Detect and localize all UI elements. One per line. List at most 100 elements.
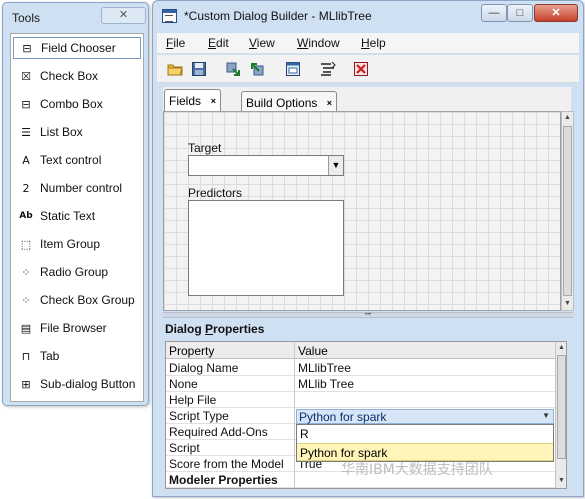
tool-item-label: Tab <box>40 349 60 363</box>
menu-bar: File Edit View Window Help <box>157 33 579 53</box>
list-box-icon: ☰ <box>21 125 31 139</box>
tab-icon: ⊓ <box>21 349 31 363</box>
menu-file[interactable]: File <box>166 36 185 50</box>
menu-help[interactable]: Help <box>361 36 386 50</box>
dialog-canvas[interactable]: Target ▼ Predictors <box>163 111 561 311</box>
scroll-down-icon[interactable]: ▼ <box>556 475 566 487</box>
tool-item-sub-dialog-button[interactable]: ⊞ Sub-dialog Button <box>13 373 141 395</box>
chevron-down-icon[interactable]: ▼ <box>328 156 343 175</box>
pane-splitter[interactable]: ••• <box>163 312 573 318</box>
save-icon[interactable] <box>191 61 207 77</box>
tab-fields[interactable]: Fields × <box>164 89 221 113</box>
tool-item-check-box[interactable]: ☒ Check Box <box>13 65 141 87</box>
script-type-dropdown: R Python for spark <box>296 424 554 462</box>
maximize-button[interactable]: □ <box>507 4 533 22</box>
scroll-thumb[interactable] <box>563 126 572 296</box>
check-box-icon: ☒ <box>21 69 31 83</box>
preview-icon[interactable] <box>285 61 301 77</box>
tools-close-button[interactable]: ✕ <box>101 7 146 24</box>
title-bar[interactable]: *Custom Dialog Builder - MLlibTree — □ ✕ <box>153 1 583 31</box>
watermark: 华南IBM大数据支持团队 <box>341 462 493 478</box>
tool-item-label: Radio Group <box>40 265 109 279</box>
window-title: *Custom Dialog Builder - MLlibTree <box>184 9 372 23</box>
tool-item-label: Check Box Group <box>40 293 135 307</box>
text-control-icon: A <box>22 153 30 167</box>
tool-item-field-chooser[interactable]: ⊟ Field Chooser <box>13 37 141 59</box>
close-icon: ✕ <box>551 7 561 19</box>
property-key: Modeler Properties <box>169 473 278 487</box>
canvas-scrollbar[interactable]: ▲ ▼ <box>561 111 574 311</box>
minimize-button[interactable]: — <box>481 4 507 22</box>
scroll-thumb[interactable] <box>557 355 566 459</box>
predictors-list-box[interactable] <box>188 200 344 296</box>
property-row[interactable]: Dialog Name MLlibTree <box>166 360 555 376</box>
menu-window[interactable]: Window <box>297 36 340 50</box>
field-chooser-icon: ⊟ <box>22 41 32 55</box>
tool-item-label: Combo Box <box>40 97 103 111</box>
custom-dialog-builder-window: *Custom Dialog Builder - MLlibTree — □ ✕… <box>152 0 584 497</box>
tool-item-label: Number control <box>40 181 123 195</box>
tools-palette: Tools ✕ ⊟ Field Chooser ☒ Check Box ⊟ Combo B… <box>2 2 149 406</box>
property-key: Required Add-Ons <box>169 425 268 439</box>
tool-item-item-group[interactable]: ⬚ Item Group <box>13 233 141 255</box>
column-divider <box>294 342 295 488</box>
tool-item-file-browser[interactable]: ▤ File Browser <box>13 317 141 339</box>
open-folder-icon[interactable] <box>167 61 183 77</box>
maximize-icon: □ <box>516 7 524 19</box>
scroll-down-icon[interactable]: ▼ <box>562 298 573 310</box>
toolbar <box>157 55 579 83</box>
property-row[interactable]: Help File <box>166 392 555 408</box>
menu-view[interactable]: View <box>249 36 275 50</box>
tool-item-check-box-group[interactable]: ⁘ Check Box Group <box>13 289 141 311</box>
chevron-down-icon[interactable]: ▼ <box>542 411 550 420</box>
app-icon <box>162 9 177 23</box>
tool-item-label: Field Chooser <box>41 41 116 55</box>
property-key: Script <box>169 441 200 455</box>
property-row[interactable]: None MLlib Tree <box>166 376 555 392</box>
number-control-icon: 2 <box>22 181 30 195</box>
target-label: Target <box>188 141 222 155</box>
tool-item-radio-group[interactable]: ⁘ Radio Group <box>13 261 141 283</box>
sub-dialog-button-icon: ⊞ <box>21 377 31 391</box>
tool-item-label: Item Group <box>40 237 101 251</box>
uninstall-icon[interactable] <box>249 61 265 77</box>
close-icon: ✕ <box>118 9 129 21</box>
item-group-icon: ⬚ <box>20 237 32 251</box>
file-browser-icon: ▤ <box>20 321 32 335</box>
static-text-icon: Ab <box>19 210 33 221</box>
dialog-properties-heading: Dialog Properties <box>165 322 265 336</box>
script-type-select[interactable]: Python for spark ▼ <box>296 409 554 424</box>
tab-strip: Fields × Build Options × <box>163 87 571 115</box>
dropdown-option[interactable]: R <box>297 425 553 443</box>
scroll-up-icon[interactable]: ▲ <box>562 112 573 124</box>
properties-header-row: Property Value <box>166 342 555 359</box>
tool-item-label: Text control <box>40 153 102 167</box>
tool-item-tab[interactable]: ⊓ Tab <box>13 345 141 367</box>
close-tab-icon[interactable]: × <box>211 90 216 112</box>
target-combo-box[interactable]: ▼ <box>188 155 344 176</box>
tool-item-combo-box[interactable]: ⊟ Combo Box <box>13 93 141 115</box>
tool-item-label: Sub-dialog Button <box>40 377 136 391</box>
tools-list: ⊟ Field Chooser ☒ Check Box ⊟ Combo Box ☰ List … <box>10 33 144 402</box>
close-button[interactable]: ✕ <box>534 4 578 22</box>
check-box-group-icon: ⁘ <box>21 293 31 307</box>
syntax-template-icon[interactable] <box>320 61 336 77</box>
radio-group-icon: ⁘ <box>21 265 31 279</box>
tool-item-number-control[interactable]: 2 Number control <box>13 177 141 199</box>
property-key: Dialog Name <box>169 361 239 375</box>
tool-item-static-text[interactable]: Ab Static Text <box>13 205 141 227</box>
tool-item-label: List Box <box>40 125 83 139</box>
property-value[interactable]: MLlibTree <box>298 361 351 375</box>
install-icon[interactable] <box>225 61 241 77</box>
tool-item-text-control[interactable]: A Text control <box>13 149 141 171</box>
delete-icon[interactable] <box>353 61 369 77</box>
tool-item-label: Static Text <box>40 209 96 223</box>
property-key: None <box>169 377 198 391</box>
tool-item-list-box[interactable]: ☰ List Box <box>13 121 141 143</box>
properties-scrollbar[interactable]: ▲ ▼ <box>555 342 566 488</box>
property-key: Script Type <box>169 409 229 423</box>
column-header-property: Property <box>169 344 215 358</box>
scroll-up-icon[interactable]: ▲ <box>556 342 566 354</box>
menu-edit[interactable]: Edit <box>208 36 229 50</box>
property-value[interactable]: MLlib Tree <box>298 377 354 391</box>
